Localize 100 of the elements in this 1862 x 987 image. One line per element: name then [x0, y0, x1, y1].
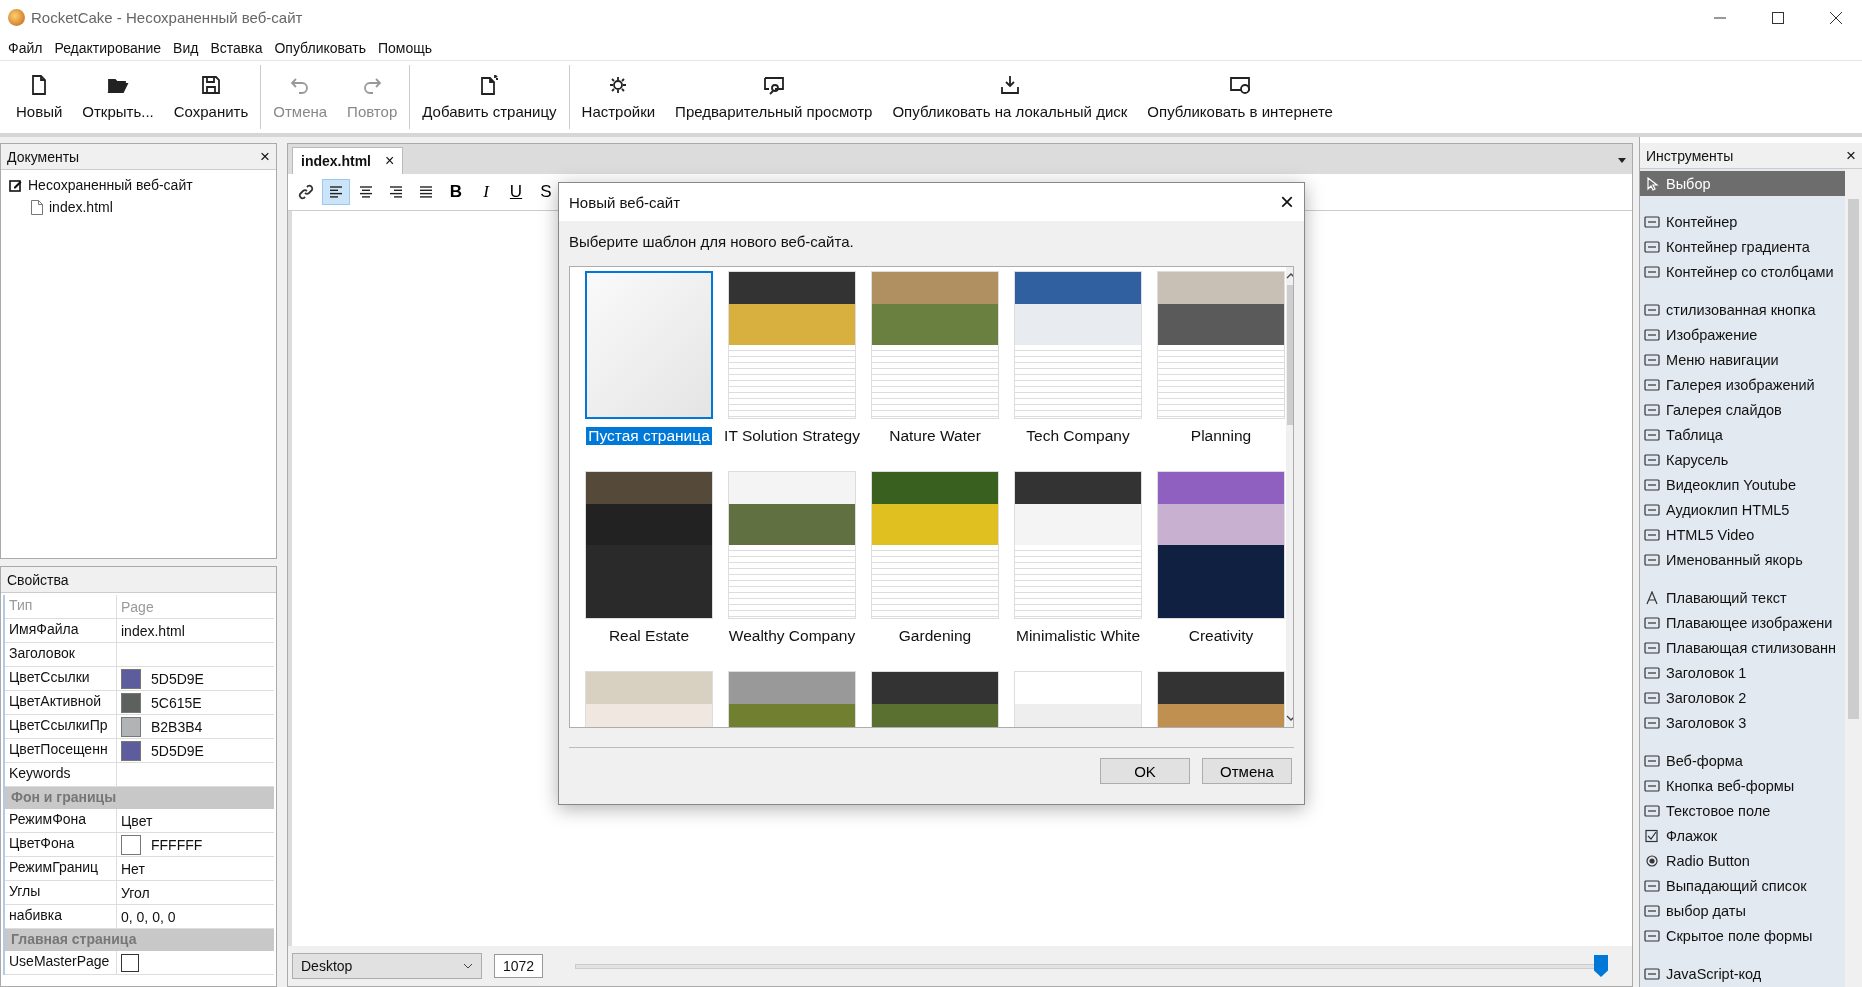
- template-preview[interactable]: [728, 471, 856, 619]
- scroll-down-icon[interactable]: [1286, 715, 1293, 721]
- tool-item[interactable]: Выпадающий список: [1640, 873, 1845, 898]
- tree-item[interactable]: index.html: [9, 196, 268, 218]
- toolbar-button[interactable]: Открыть...: [72, 61, 164, 133]
- close-icon[interactable]: [1830, 11, 1842, 24]
- template-name[interactable]: Planning: [1188, 427, 1254, 445]
- maximize-icon[interactable]: [1772, 11, 1784, 24]
- tool-item[interactable]: Плавающее изображени: [1640, 610, 1845, 635]
- menu-item[interactable]: Помощь: [378, 39, 433, 56]
- template-name[interactable]: IT Solution Strategy: [722, 427, 862, 445]
- property-value: 5D5D9E: [151, 742, 204, 759]
- view-dropdown[interactable]: Desktop: [292, 953, 482, 979]
- color-swatch[interactable]: [121, 716, 141, 737]
- dialog-button[interactable]: OK: [1100, 758, 1190, 784]
- toolbar-button[interactable]: Опубликовать на локальный диск: [882, 61, 1138, 133]
- section-header: Фон и границы: [5, 787, 274, 809]
- width-field[interactable]: 1072: [494, 954, 544, 978]
- menu-item[interactable]: Файл: [8, 39, 43, 56]
- toolbar-button[interactable]: Настройки: [571, 61, 666, 133]
- slider-thumb[interactable]: [1594, 955, 1608, 977]
- tool-item[interactable]: Галерея слайдов: [1640, 397, 1845, 422]
- template-name[interactable]: Пустая страница: [586, 427, 712, 445]
- toolbar-button[interactable]: Предварительный просмотр: [665, 61, 883, 133]
- format-button[interactable]: U: [502, 179, 530, 205]
- tool-item[interactable]: Скрытое поле формы: [1640, 923, 1845, 948]
- template-name[interactable]: Real Estate: [606, 627, 692, 645]
- tool-item[interactable]: Изображение: [1640, 322, 1845, 347]
- tool-item[interactable]: Заголовок 2: [1640, 685, 1845, 710]
- dialog-button[interactable]: Отмена: [1202, 758, 1292, 784]
- template-preview[interactable]: [1014, 271, 1142, 419]
- zoom-slider[interactable]: [575, 955, 1608, 977]
- tool-item[interactable]: Плавающая стилизованн: [1640, 635, 1845, 660]
- color-swatch[interactable]: [121, 692, 141, 713]
- menu-item[interactable]: Вставка: [210, 39, 263, 56]
- menu-item[interactable]: Вид: [173, 39, 199, 56]
- tool-item[interactable]: Заголовок 3: [1640, 710, 1845, 735]
- template-name[interactable]: Tech Company: [1024, 427, 1132, 445]
- tool-item[interactable]: Контейнер: [1640, 209, 1845, 234]
- tool-item[interactable]: Текстовое поле: [1640, 798, 1845, 823]
- tool-item[interactable]: стилизованная кнопка: [1640, 297, 1845, 322]
- widget-icon: [1644, 903, 1660, 918]
- template-preview[interactable]: [1157, 471, 1285, 619]
- tool-item[interactable]: Веб-форма: [1640, 748, 1845, 773]
- template-name[interactable]: Creativity: [1186, 627, 1256, 645]
- widget-icon: [1644, 552, 1660, 567]
- dropdown-arrow-icon[interactable]: [1618, 158, 1626, 163]
- template-preview[interactable]: [871, 471, 999, 619]
- blank-page-preview[interactable]: [585, 271, 713, 419]
- scrollbar[interactable]: [1845, 169, 1862, 987]
- toolbar-button[interactable]: Сохранить: [163, 61, 259, 133]
- format-button[interactable]: S: [532, 179, 560, 205]
- tool-item[interactable]: выбор даты: [1640, 898, 1845, 923]
- template-preview[interactable]: [1157, 271, 1285, 419]
- tool-item[interactable]: Аудиоклип HTML5: [1640, 497, 1845, 522]
- template-name[interactable]: Wealthy Company: [726, 627, 858, 645]
- scroll-up-icon[interactable]: [1286, 273, 1293, 279]
- widget-icon: [1644, 778, 1660, 793]
- tool-item[interactable]: Radio Button: [1640, 848, 1845, 873]
- tool-item[interactable]: Галерея изображений: [1640, 372, 1845, 397]
- tool-item[interactable]: Заголовок 1: [1640, 660, 1845, 685]
- template-preview[interactable]: [585, 471, 713, 619]
- tool-item[interactable]: Таблица: [1640, 422, 1845, 447]
- template-name[interactable]: Minimalistic White: [1014, 627, 1142, 645]
- color-swatch[interactable]: [121, 668, 141, 689]
- color-swatch[interactable]: [121, 834, 141, 855]
- tool-item[interactable]: Плавающий текст: [1640, 585, 1845, 610]
- checkbox[interactable]: [121, 953, 139, 972]
- toolbar-button[interactable]: Добавить страницу: [412, 61, 567, 133]
- tool-item[interactable]: Меню навигации: [1640, 347, 1845, 372]
- template-name[interactable]: Gardening: [896, 627, 974, 645]
- tool-item[interactable]: HTML5 Video: [1640, 522, 1845, 547]
- document-tab[interactable]: index.html ×: [292, 147, 404, 174]
- tool-item[interactable]: JavaScript-код: [1640, 961, 1845, 986]
- format-button[interactable]: B: [442, 179, 470, 205]
- menu-item[interactable]: Опубликовать: [274, 39, 366, 56]
- format-button[interactable]: I: [472, 179, 500, 205]
- template-name[interactable]: Nature Water: [887, 427, 983, 445]
- widget-icon: [1644, 615, 1660, 630]
- menu-item[interactable]: Редактирование: [54, 39, 162, 56]
- tool-item[interactable]: Контейнер градиента: [1640, 234, 1845, 259]
- toolbar-button[interactable]: Новый: [6, 61, 73, 133]
- tool-item[interactable]: Флажок: [1640, 823, 1845, 848]
- tool-item[interactable]: Выбор: [1640, 171, 1845, 196]
- template-preview[interactable]: [728, 271, 856, 419]
- tool-item[interactable]: Карусель: [1640, 447, 1845, 472]
- close-button[interactable]: ×: [1280, 188, 1294, 216]
- tool-item[interactable]: Именованный якорь: [1640, 547, 1845, 572]
- toolbar-button[interactable]: Опубликовать в интернете: [1137, 61, 1343, 133]
- align-button[interactable]: [322, 179, 350, 205]
- close-button[interactable]: ×: [1846, 145, 1856, 166]
- color-swatch[interactable]: [121, 740, 141, 761]
- tool-item[interactable]: Видеоклип Youtube: [1640, 472, 1845, 497]
- close-button[interactable]: ×: [260, 146, 270, 167]
- tool-item[interactable]: Контейнер со столбцами: [1640, 259, 1845, 284]
- tree-item[interactable]: Несохраненный веб-сайт: [9, 174, 268, 196]
- template-preview[interactable]: [1014, 471, 1142, 619]
- scrollbar[interactable]: [1286, 267, 1293, 727]
- close-tab-button[interactable]: ×: [385, 152, 395, 170]
- tool-item[interactable]: Кнопка веб-формы: [1640, 773, 1845, 798]
